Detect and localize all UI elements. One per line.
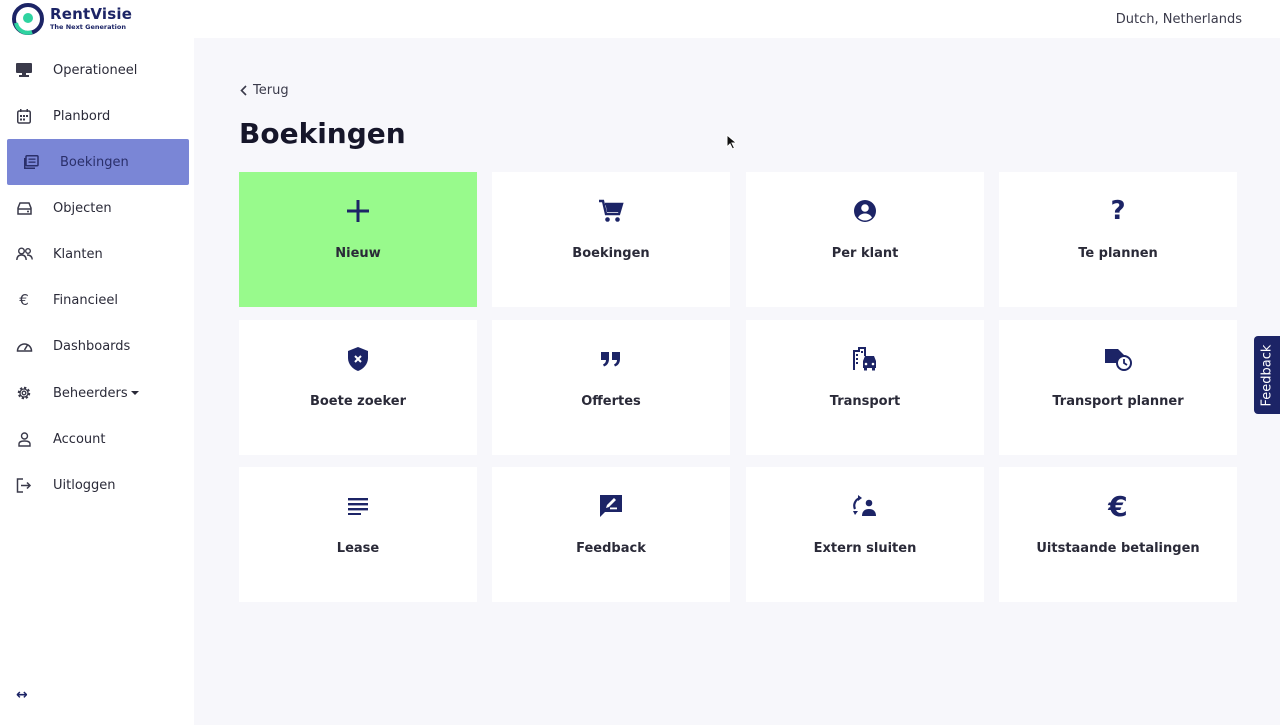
monitor-icon [15,61,33,79]
tile-label: Feedback [576,541,646,556]
sidebar-item-dashboards[interactable]: Dashboards [0,323,194,369]
question-icon: ? [1110,196,1126,226]
language-selector[interactable]: Dutch, Netherlands [1116,12,1242,27]
plus-icon [344,197,372,225]
feedback-tab-label: Feedback [1259,344,1275,406]
tile-label: Lease [336,541,380,556]
sidebar-item-beheerders[interactable]: Beheerders [0,370,194,416]
brand-tagline: The Next Generation [50,23,126,32]
gauge-icon [15,337,33,355]
sidebar-item-label: Boekingen [60,154,129,170]
feedback-side-tab[interactable]: Feedback [1254,336,1280,414]
tile-feedback[interactable]: Feedback [492,467,730,602]
sidebar-item-klanten[interactable]: Klanten [0,231,194,277]
sidebar-item-label: Uitloggen [53,477,116,493]
cart-icon [597,197,625,225]
sidebar-item-label: Operationeel [53,62,138,78]
chevron-left-icon [240,85,247,96]
sidebar-item-label: Klanten [53,246,103,262]
tile-label: Transport [829,394,901,409]
tile-offertes[interactable]: Offertes [492,320,730,455]
exchange-person-icon [851,492,879,520]
tile-lease[interactable]: Lease [239,467,477,602]
rentvisie-logo-icon [12,3,44,35]
sidebar-item-label: Financieel [53,292,118,308]
chevron-down-icon [130,391,139,395]
bookings-icon [22,153,40,171]
truck-clock-icon [1104,345,1132,373]
sidebar-item-label: Objecten [53,200,112,216]
sidebar-item-label: Beheerders [53,385,128,401]
tile-label: Boete zoeker [309,394,407,409]
drive-icon [15,199,33,217]
back-link[interactable]: Terug [240,83,289,98]
tile-extern-sluiten[interactable]: Extern sluiten [746,467,984,602]
tile-label: Nieuw [335,246,381,261]
sidebar-item-label: Account [53,431,106,447]
tile-per-klant[interactable]: Per klant [746,172,984,307]
brand-name: RentVisie [50,5,133,24]
sidebar-item-financieel[interactable]: € Financieel [0,277,194,323]
page-title: Boekingen [239,117,406,150]
tile-boekingen[interactable]: Boekingen [492,172,730,307]
tile-label: Boekingen [572,246,650,261]
calendar-icon [15,107,33,125]
tile-label: Uitstaande betalingen [1036,541,1200,556]
logo[interactable]: RentVisie The Next Generation [12,3,132,35]
gear-icon [15,384,33,402]
tile-transport[interactable]: Transport [746,320,984,455]
feedback-icon [597,492,625,520]
sidebar-item-account[interactable]: Account [0,416,194,462]
sidebar-item-planbord[interactable]: Planbord [0,93,194,139]
users-icon [15,245,33,263]
euro-icon: € [19,291,29,309]
sidebar-item-label: Planbord [53,108,111,124]
back-label: Terug [253,83,289,98]
tile-label: Extern sluiten [813,541,917,556]
sidebar-item-label: Dashboards [53,338,131,354]
text-lines-icon [344,492,372,520]
city-car-icon [851,345,879,373]
tile-uitstaande-betalingen[interactable]: € Uitstaande betalingen [999,467,1237,602]
user-icon [15,430,33,448]
account-circle-icon [851,197,879,225]
tile-label: Transport planner [1052,394,1184,409]
tile-boete-zoeker[interactable]: Boete zoeker [239,320,477,455]
sidebar-item-boekingen[interactable]: Boekingen [7,139,189,185]
quote-icon [597,345,625,373]
tile-label: Te plannen [1078,246,1158,261]
tile-transport-planner[interactable]: Transport planner [999,320,1237,455]
sidebar: Operationeel Planbord Boekingen Objecten… [0,38,194,725]
collapse-sidebar-icon[interactable]: ↔ [16,687,28,703]
top-bar: RentVisie The Next Generation Dutch, Net… [0,0,1280,38]
tile-te-plannen[interactable]: ? Te plannen [999,172,1237,307]
logout-icon [15,476,33,494]
tile-label: Per klant [831,246,899,261]
tile-nieuw[interactable]: Nieuw [239,172,477,307]
euro-icon: € [1108,489,1128,523]
sidebar-item-objecten[interactable]: Objecten [0,185,194,231]
tile-label: Offertes [581,394,641,409]
sidebar-item-uitloggen[interactable]: Uitloggen [0,462,194,508]
mouse-cursor-icon [726,134,738,150]
shield-x-icon [344,345,372,373]
sidebar-item-operationeel[interactable]: Operationeel [0,47,194,93]
